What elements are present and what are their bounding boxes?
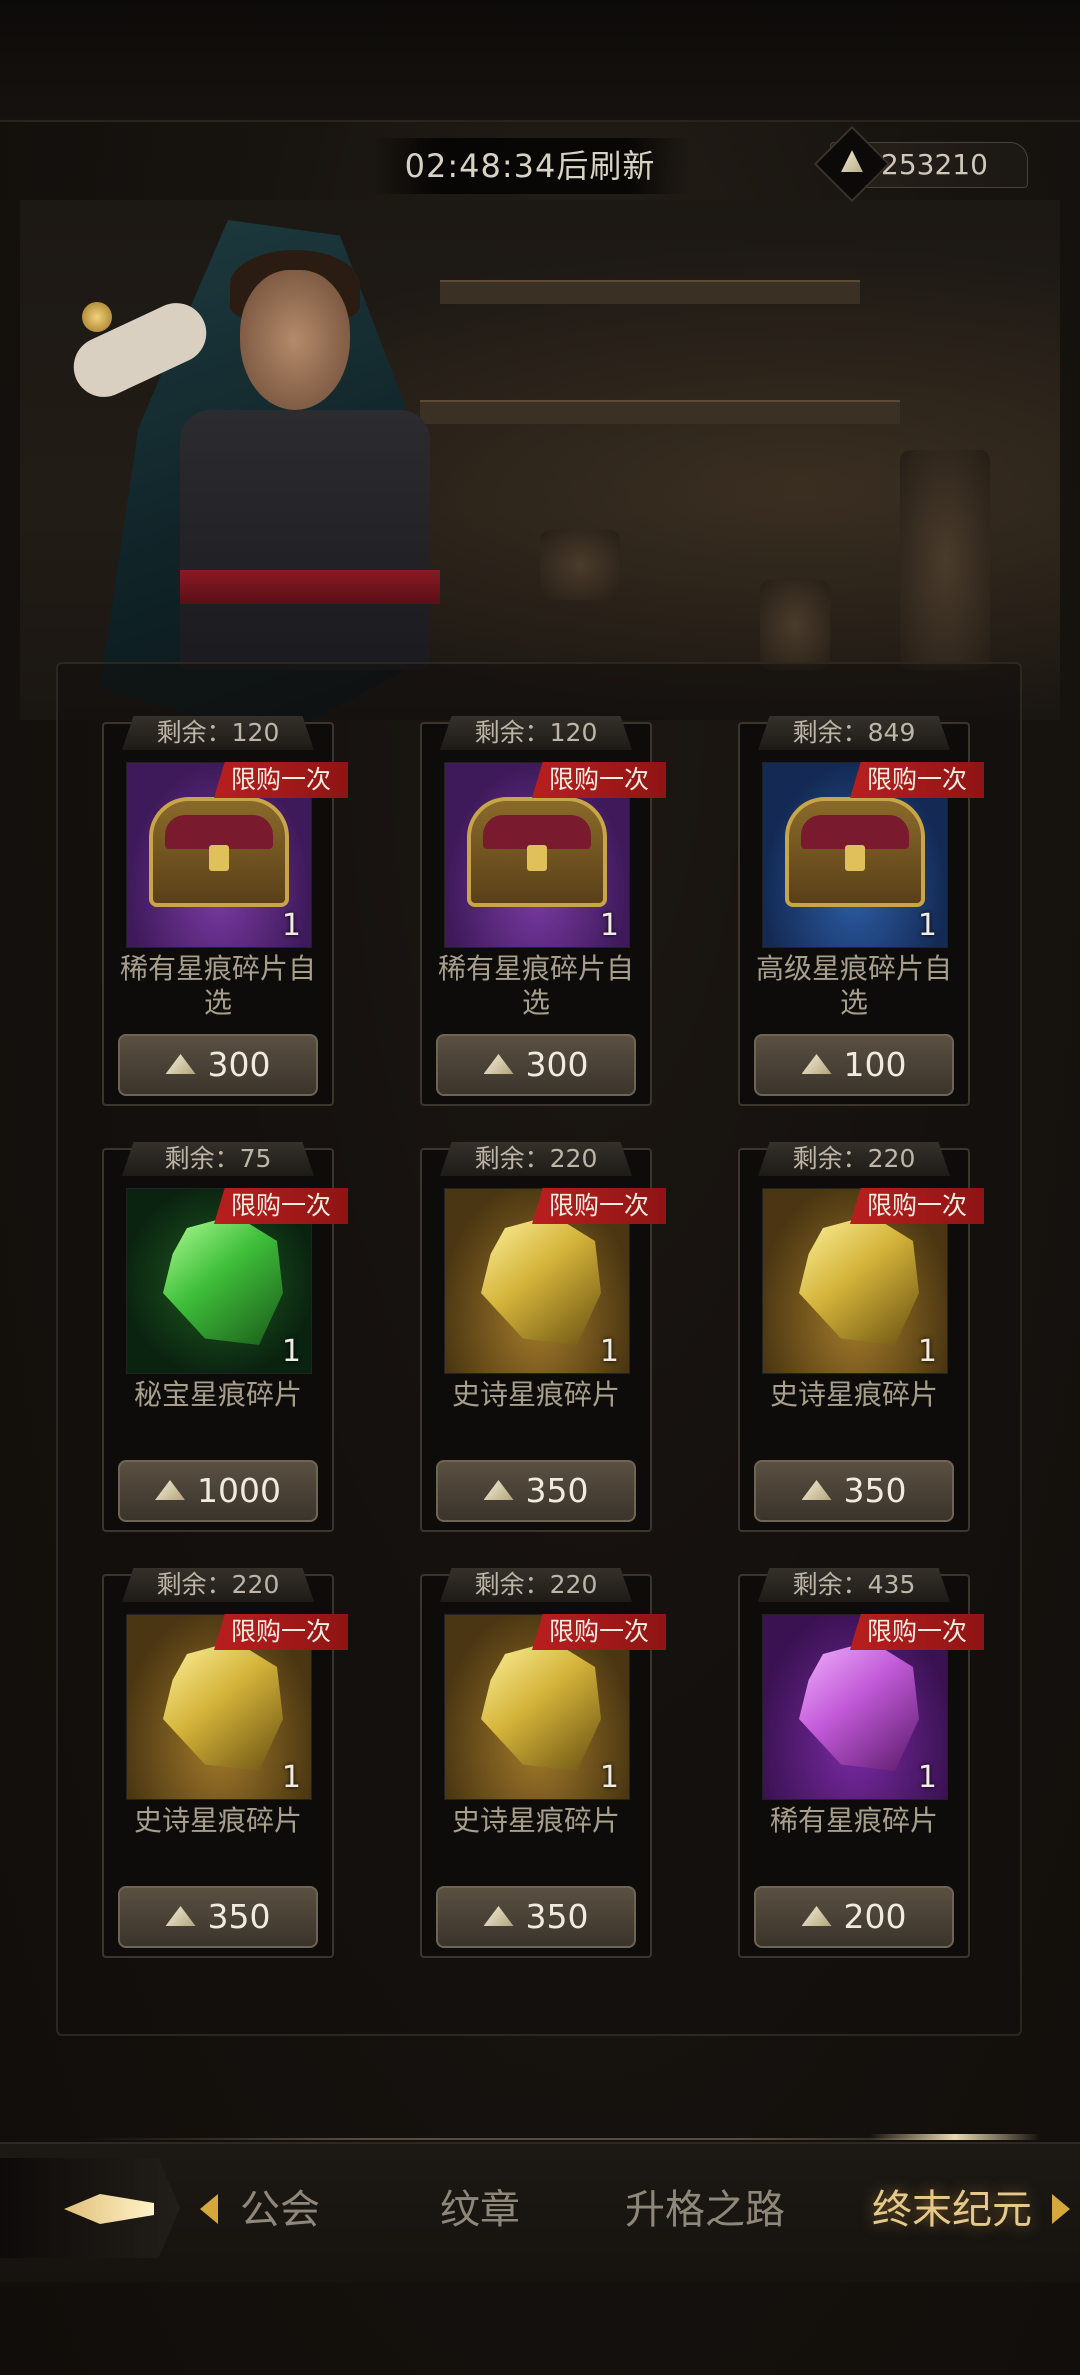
- remaining-stock: 剩余：849: [758, 716, 950, 750]
- diamond-gem-icon: [483, 1054, 514, 1074]
- item-name: 史诗星痕碎片: [451, 1378, 620, 1411]
- item-quantity: 1: [917, 1334, 937, 1369]
- item-name: 史诗星痕碎片: [769, 1378, 938, 1411]
- crystal-shard-icon: [481, 1641, 601, 1771]
- chest-icon: [785, 797, 925, 907]
- buy-button[interactable]: 350: [436, 1886, 636, 1948]
- item-name: 秘宝星痕碎片: [133, 1378, 302, 1411]
- tab-ascension-path[interactable]: 升格之路: [615, 2182, 795, 2238]
- item-quantity: 1: [281, 1760, 301, 1795]
- shop-item-card[interactable]: 剩余：220 1 限购一次 史诗星痕碎片 350: [102, 1568, 348, 1958]
- item-price: 100: [843, 1045, 907, 1084]
- item-name: 高级星痕碎片自选: [755, 952, 952, 1019]
- chest-icon: [467, 797, 607, 907]
- buy-button[interactable]: 1000: [118, 1460, 318, 1522]
- remaining-stock: 剩余：220: [440, 1142, 632, 1176]
- purchase-limit-badge: 限购一次: [214, 1188, 348, 1224]
- buy-button[interactable]: 100: [754, 1034, 954, 1096]
- item-name: 稀有星痕碎片自选: [119, 952, 316, 1019]
- crystal-shard-icon: [481, 1215, 601, 1345]
- shop-item-card[interactable]: 剩余：75 1 限购一次 秘宝星痕碎片 1000: [102, 1142, 348, 1532]
- currency-amount: 253210: [881, 148, 988, 181]
- item-name: 史诗星痕碎片: [451, 1804, 620, 1837]
- tab-final-era[interactable]: 终末纪元: [862, 2182, 1042, 2238]
- item-name: 稀有星痕碎片自选: [437, 952, 634, 1019]
- remaining-stock: 剩余：220: [122, 1568, 314, 1602]
- item-price: 300: [207, 1045, 271, 1084]
- purchase-limit-badge: 限购一次: [850, 762, 984, 798]
- diamond-gem-icon: [801, 1054, 832, 1074]
- shop-item-card[interactable]: 剩余：220 1 限购一次 史诗星痕碎片 350: [738, 1142, 984, 1532]
- diamond-gem-icon: [155, 1480, 185, 1500]
- shop-item-card[interactable]: 剩余：220 1 限购一次 史诗星痕碎片 350: [420, 1142, 666, 1532]
- item-price: 350: [207, 1897, 271, 1936]
- purchase-limit-badge: 限购一次: [532, 1188, 666, 1224]
- diamond-gem-icon: [813, 125, 891, 203]
- item-quantity: 1: [599, 1760, 619, 1795]
- remaining-stock: 剩余：220: [440, 1568, 632, 1602]
- top-frame: [0, 0, 1080, 122]
- item-price: 300: [525, 1045, 589, 1084]
- item-quantity: 1: [917, 1760, 937, 1795]
- remaining-stock: 剩余：120: [122, 716, 314, 750]
- item-quantity: 1: [281, 1334, 301, 1369]
- arrow-left-icon: [64, 2194, 154, 2224]
- item-price: 200: [843, 1897, 907, 1936]
- item-price: 350: [525, 1897, 589, 1936]
- crystal-shard-icon: [163, 1215, 283, 1345]
- diamond-gem-icon: [801, 1480, 832, 1500]
- remaining-stock: 剩余：220: [758, 1142, 950, 1176]
- item-quantity: 1: [599, 908, 619, 943]
- item-name: 史诗星痕碎片: [133, 1804, 302, 1837]
- purchase-limit-badge: 限购一次: [214, 762, 348, 798]
- shop-item-card[interactable]: 剩余：120 1 限购一次 稀有星痕碎片自选 300: [420, 716, 666, 1106]
- back-button[interactable]: [0, 2158, 180, 2258]
- crystal-shard-icon: [163, 1641, 283, 1771]
- tab-guild[interactable]: 公会: [230, 2182, 330, 2238]
- purchase-limit-badge: 限购一次: [214, 1614, 348, 1650]
- diamond-gem-icon: [483, 1906, 514, 1926]
- remaining-stock: 剩余：120: [440, 716, 632, 750]
- diamond-gem-icon: [483, 1480, 514, 1500]
- buy-button[interactable]: 300: [118, 1034, 318, 1096]
- item-price: 1000: [197, 1471, 281, 1510]
- purchase-limit-badge: 限购一次: [850, 1614, 984, 1650]
- buy-button[interactable]: 200: [754, 1886, 954, 1948]
- remaining-stock: 剩余：435: [758, 1568, 950, 1602]
- crystal-shard-icon: [799, 1641, 919, 1771]
- item-price: 350: [525, 1471, 589, 1510]
- purchase-limit-badge: 限购一次: [532, 1614, 666, 1650]
- purchase-limit-badge: 限购一次: [532, 762, 666, 798]
- shop-item-card[interactable]: 剩余：435 1 限购一次 稀有星痕碎片 200: [738, 1568, 984, 1958]
- buy-button[interactable]: 300: [436, 1034, 636, 1096]
- item-quantity: 1: [917, 908, 937, 943]
- buy-button[interactable]: 350: [118, 1886, 318, 1948]
- shop-item-card[interactable]: 剩余：849 1 限购一次 高级星痕碎片自选 100: [738, 716, 984, 1106]
- buy-button[interactable]: 350: [436, 1460, 636, 1522]
- currency-display[interactable]: 253210: [813, 125, 1028, 203]
- item-quantity: 1: [281, 908, 301, 943]
- coin-icon: [82, 302, 112, 332]
- purchase-limit-badge: 限购一次: [850, 1188, 984, 1224]
- crystal-shard-icon: [799, 1215, 919, 1345]
- active-tab-indicator: [870, 2134, 1040, 2140]
- refresh-timer: 02:48:34后刷新: [370, 138, 690, 194]
- shop-item-card[interactable]: 剩余：220 1 限购一次 史诗星痕碎片 350: [420, 1568, 666, 1958]
- item-price: 350: [843, 1471, 907, 1510]
- diamond-gem-icon: [165, 1906, 196, 1926]
- remaining-stock: 剩余：75: [122, 1142, 314, 1176]
- shop-item-card[interactable]: 剩余：120 1 限购一次 稀有星痕碎片自选 300: [102, 716, 348, 1106]
- item-quantity: 1: [599, 1334, 619, 1369]
- item-name: 稀有星痕碎片: [769, 1804, 938, 1837]
- tab-emblem[interactable]: 纹章: [430, 2182, 530, 2238]
- diamond-gem-icon: [801, 1906, 832, 1926]
- diamond-gem-icon: [165, 1054, 196, 1074]
- shop-screen: 02:48:34后刷新 253210 剩余：120 1 限购一次 稀有星痕碎片自…: [0, 0, 1080, 2375]
- chest-icon: [149, 797, 289, 907]
- buy-button[interactable]: 350: [754, 1460, 954, 1522]
